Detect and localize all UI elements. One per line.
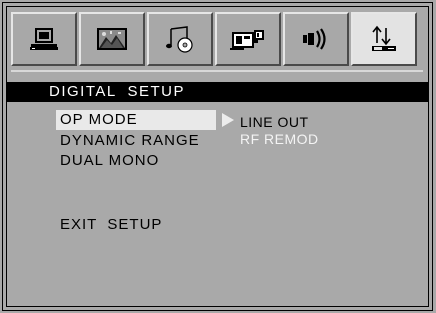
tab-digital-setup[interactable]: [351, 12, 417, 66]
submenu-arrow-icon: [222, 113, 234, 127]
digital-setup-icon: [370, 25, 398, 53]
menu-item-dynamic-range[interactable]: DYNAMIC RANGE: [56, 131, 200, 151]
tab-general-setup[interactable]: [11, 12, 77, 66]
tab-audio-setup[interactable]: [147, 12, 213, 66]
option-rf-remod[interactable]: RF REMOD: [240, 130, 319, 148]
setup-screen: DIGITAL SETUP OP MODE DYNAMIC RANGE DUAL…: [0, 0, 436, 313]
setup-tab-bar: [11, 12, 423, 66]
menu-item-exit-setup[interactable]: EXIT SETUP: [56, 215, 162, 235]
monitor-icon: [29, 26, 59, 52]
tab-separator: [11, 70, 423, 72]
music-cd-icon: [165, 25, 195, 53]
menu-item-op-mode[interactable]: OP MODE: [56, 110, 216, 130]
menu-item-dual-mono[interactable]: DUAL MONO: [56, 151, 159, 171]
speaker-icon: [299, 26, 333, 52]
picture-icon: [96, 27, 128, 51]
page-title: DIGITAL SETUP: [7, 82, 428, 102]
video-camera-icon: [230, 26, 266, 52]
tab-speaker-setup[interactable]: [283, 12, 349, 66]
option-line-out[interactable]: LINE OUT: [240, 113, 309, 131]
tab-preference-setup[interactable]: [215, 12, 281, 66]
tab-video-setup[interactable]: [79, 12, 145, 66]
